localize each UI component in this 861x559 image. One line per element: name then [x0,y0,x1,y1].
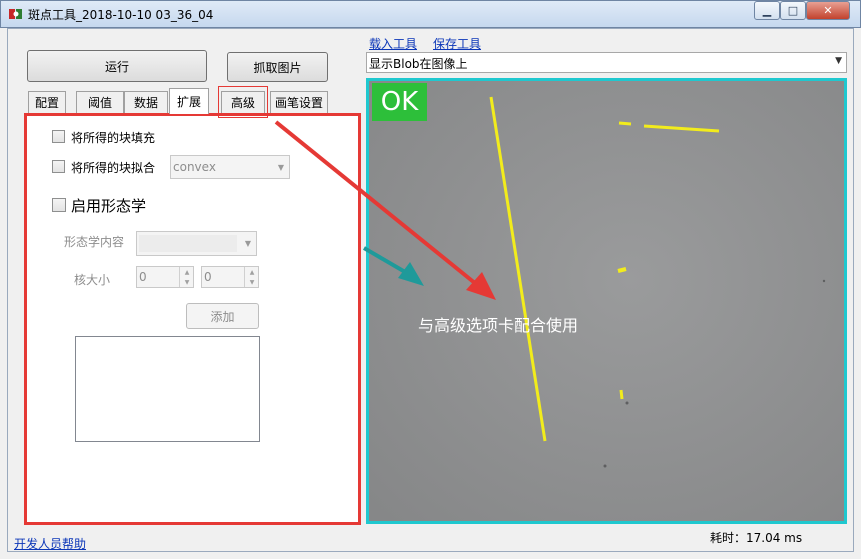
red-arrow-line [274,120,483,290]
elapsed-time: 耗时：17.04 ms [710,531,803,545]
annotation-arrows [274,120,496,300]
red-arrowhead-icon [466,272,496,300]
teal-arrowhead-icon [398,262,424,286]
tab-extend[interactable]: 扩展 [169,88,209,114]
developer-help-link[interactable]: 开发人员帮助 [14,535,86,552]
